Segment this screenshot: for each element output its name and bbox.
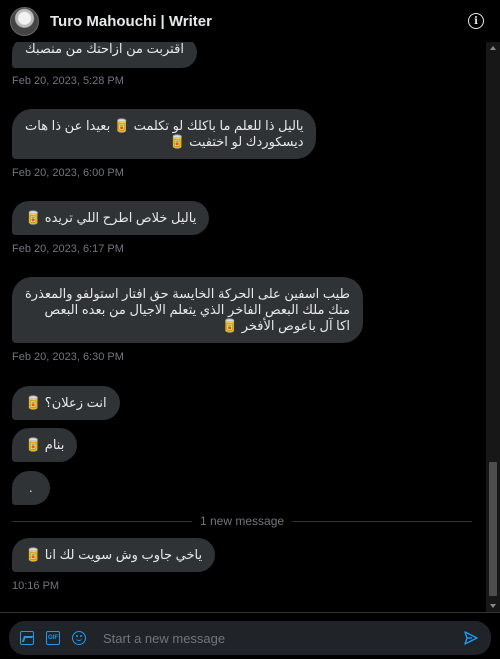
- message-thread[interactable]: اقتربت من ازاحتك من منصبك Feb 20, 2023, …: [0, 0, 486, 612]
- image-icon[interactable]: [20, 631, 34, 645]
- new-message-divider-right: [292, 521, 472, 522]
- message-line: ديسكوردك لو اختفيت 🥫: [169, 134, 304, 149]
- gif-icon[interactable]: GIF: [46, 631, 60, 645]
- send-icon[interactable]: [463, 630, 479, 646]
- scrollbar[interactable]: [486, 42, 500, 612]
- message-line: ياليل ذا للعلم ما باكلك لو تكلمت 🥫 بعيدا…: [25, 118, 304, 133]
- scroll-up-arrow-icon[interactable]: [490, 46, 496, 50]
- message-line: منك ملك البعص الفاخر الذي يتعلم الاجيال …: [44, 302, 350, 317]
- message-bubble[interactable]: طيب اسفين على الحركة الخايسة حق افتار اس…: [12, 277, 363, 343]
- message-line: طيب اسفين على الحركة الخايسة حق افتار اس…: [25, 286, 350, 301]
- message-bubble[interactable]: .: [12, 471, 50, 505]
- message-timestamp: Feb 20, 2023, 6:30 PM: [12, 351, 124, 363]
- message-line: اكا آل باعوص الأفخر 🥫: [221, 318, 350, 333]
- message-bubble[interactable]: بنام 🥫: [12, 428, 78, 462]
- message-bubble[interactable]: ياخي جاوب وش سويت لك انا 🥫: [12, 538, 216, 572]
- message-timestamp: Feb 20, 2023, 5:28 PM: [12, 75, 124, 87]
- message-input[interactable]: [103, 621, 463, 655]
- message-bubble[interactable]: انت زعلان؟ 🥫: [12, 386, 120, 420]
- scroll-down-arrow-icon[interactable]: [490, 604, 496, 608]
- avatar[interactable]: [10, 6, 39, 36]
- message-timestamp: Feb 20, 2023, 6:17 PM: [12, 243, 124, 255]
- scrollbar-thumb[interactable]: [489, 462, 497, 596]
- new-message-divider-left: [12, 521, 192, 522]
- emoji-icon[interactable]: [72, 631, 86, 645]
- conversation-header: Turo Mahouchi | Writer i: [0, 0, 500, 42]
- conversation-title[interactable]: Turo Mahouchi | Writer: [50, 13, 212, 30]
- composer-bar: GIF: [0, 612, 500, 659]
- message-bubble[interactable]: ياليل خلاص اطرح اللي تريده 🥫: [12, 201, 210, 235]
- new-message-divider-label: 1 new message: [200, 514, 285, 528]
- message-timestamp: Feb 20, 2023, 6:00 PM: [12, 167, 124, 179]
- composer: GIF: [9, 621, 491, 655]
- message-bubble[interactable]: ياليل ذا للعلم ما باكلك لو تكلمت 🥫 بعيدا…: [12, 109, 317, 159]
- info-icon[interactable]: i: [468, 13, 484, 29]
- message-timestamp: 10:16 PM: [12, 580, 60, 592]
